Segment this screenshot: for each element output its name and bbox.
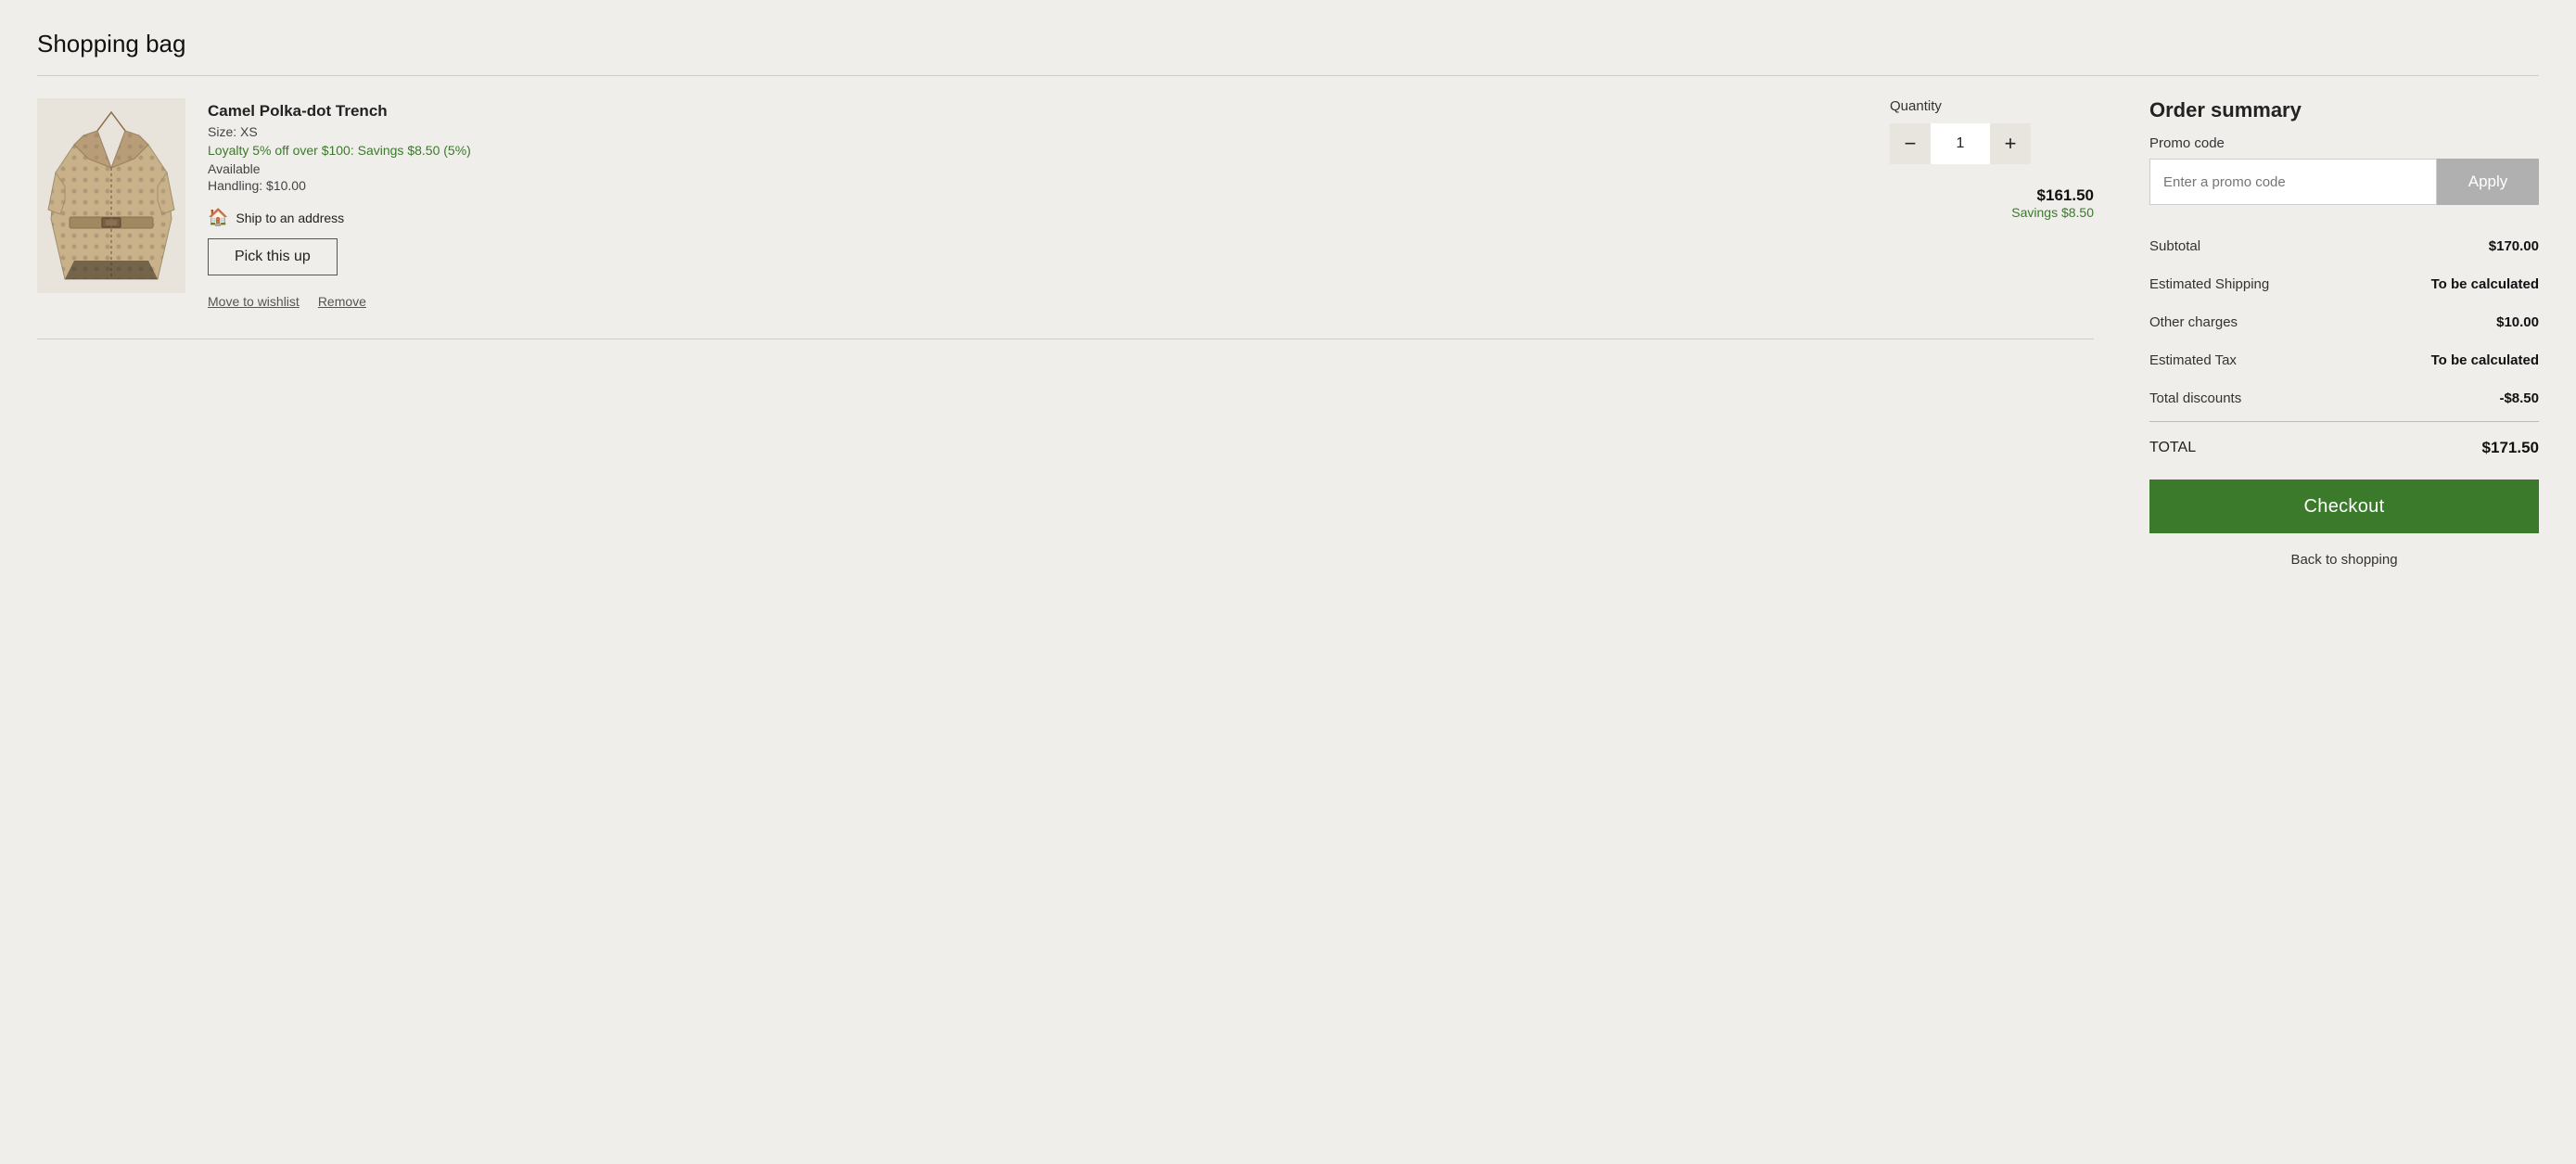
order-summary-title: Order summary bbox=[2149, 98, 2539, 122]
quantity-increase-button[interactable]: + bbox=[1990, 123, 2031, 164]
item-name: Camel Polka-dot Trench bbox=[208, 102, 1868, 121]
promo-row: Apply bbox=[2149, 159, 2539, 205]
remove-button[interactable]: Remove bbox=[318, 294, 366, 309]
ship-to-label: Ship to an address bbox=[236, 211, 344, 225]
total-value: $171.50 bbox=[2482, 439, 2539, 457]
back-to-shopping-link[interactable]: Back to shopping bbox=[2149, 552, 2539, 568]
ship-to-address: 🏠 Ship to an address bbox=[208, 208, 1868, 227]
pick-up-button[interactable]: Pick this up bbox=[208, 238, 338, 275]
checkout-button[interactable]: Checkout bbox=[2149, 480, 2539, 533]
total-discounts-label: Total discounts bbox=[2149, 390, 2241, 406]
subtotal-value: $170.00 bbox=[2489, 238, 2539, 254]
summary-divider bbox=[2149, 421, 2539, 422]
item-price: $161.50 bbox=[1890, 186, 2094, 205]
item-size: Size: XS bbox=[208, 124, 1868, 139]
other-charges-row: Other charges $10.00 bbox=[2149, 303, 2539, 341]
promo-code-input[interactable] bbox=[2149, 159, 2437, 205]
summary-rows: Subtotal $170.00 Estimated Shipping To b… bbox=[2149, 227, 2539, 417]
quantity-input[interactable] bbox=[1931, 123, 1990, 164]
estimated-tax-row: Estimated Tax To be calculated bbox=[2149, 341, 2539, 379]
estimated-tax-label: Estimated Tax bbox=[2149, 352, 2237, 368]
cart-section: Camel Polka-dot Trench Size: XS Loyalty … bbox=[37, 98, 2094, 339]
title-divider bbox=[37, 75, 2539, 76]
order-summary: Order summary Promo code Apply Subtotal … bbox=[2149, 98, 2539, 568]
promo-code-label: Promo code bbox=[2149, 135, 2539, 151]
quantity-label: Quantity bbox=[1890, 98, 1942, 114]
item-details: Camel Polka-dot Trench Size: XS Loyalty … bbox=[208, 98, 1868, 309]
ship-icon: 🏠 bbox=[208, 208, 228, 227]
subtotal-row: Subtotal $170.00 bbox=[2149, 227, 2539, 265]
item-handling: Handling: $10.00 bbox=[208, 178, 1868, 193]
item-actions: Move to wishlist Remove bbox=[208, 294, 1868, 309]
item-availability: Available bbox=[208, 161, 1868, 176]
cart-item: Camel Polka-dot Trench Size: XS Loyalty … bbox=[37, 98, 2094, 335]
total-discounts-row: Total discounts -$8.50 bbox=[2149, 379, 2539, 417]
item-savings: Savings $8.50 bbox=[1890, 205, 2094, 220]
main-layout: Camel Polka-dot Trench Size: XS Loyalty … bbox=[37, 98, 2539, 568]
item-loyalty: Loyalty 5% off over $100: Savings $8.50 … bbox=[208, 143, 1868, 158]
product-image-wrapper bbox=[37, 98, 185, 293]
shipping-row: Estimated Shipping To be calculated bbox=[2149, 265, 2539, 303]
quantity-price-block: Quantity − + $161.50 Savings $8.50 bbox=[1890, 98, 2094, 220]
move-to-wishlist-button[interactable]: Move to wishlist bbox=[208, 294, 300, 309]
estimated-tax-value: To be calculated bbox=[2431, 352, 2539, 368]
other-charges-value: $10.00 bbox=[2496, 314, 2539, 330]
quantity-decrease-button[interactable]: − bbox=[1890, 123, 1931, 164]
subtotal-label: Subtotal bbox=[2149, 238, 2200, 254]
other-charges-label: Other charges bbox=[2149, 314, 2238, 330]
shipping-label: Estimated Shipping bbox=[2149, 276, 2269, 292]
total-row: TOTAL $171.50 bbox=[2149, 426, 2539, 480]
apply-button[interactable]: Apply bbox=[2437, 159, 2539, 205]
total-discounts-value: -$8.50 bbox=[2499, 390, 2539, 406]
page-title: Shopping bag bbox=[37, 30, 2539, 58]
product-image bbox=[46, 108, 176, 284]
price-block: $161.50 Savings $8.50 bbox=[1890, 186, 2094, 220]
quantity-controls: − + bbox=[1890, 123, 2031, 164]
total-label: TOTAL bbox=[2149, 440, 2196, 456]
shipping-value: To be calculated bbox=[2431, 276, 2539, 292]
